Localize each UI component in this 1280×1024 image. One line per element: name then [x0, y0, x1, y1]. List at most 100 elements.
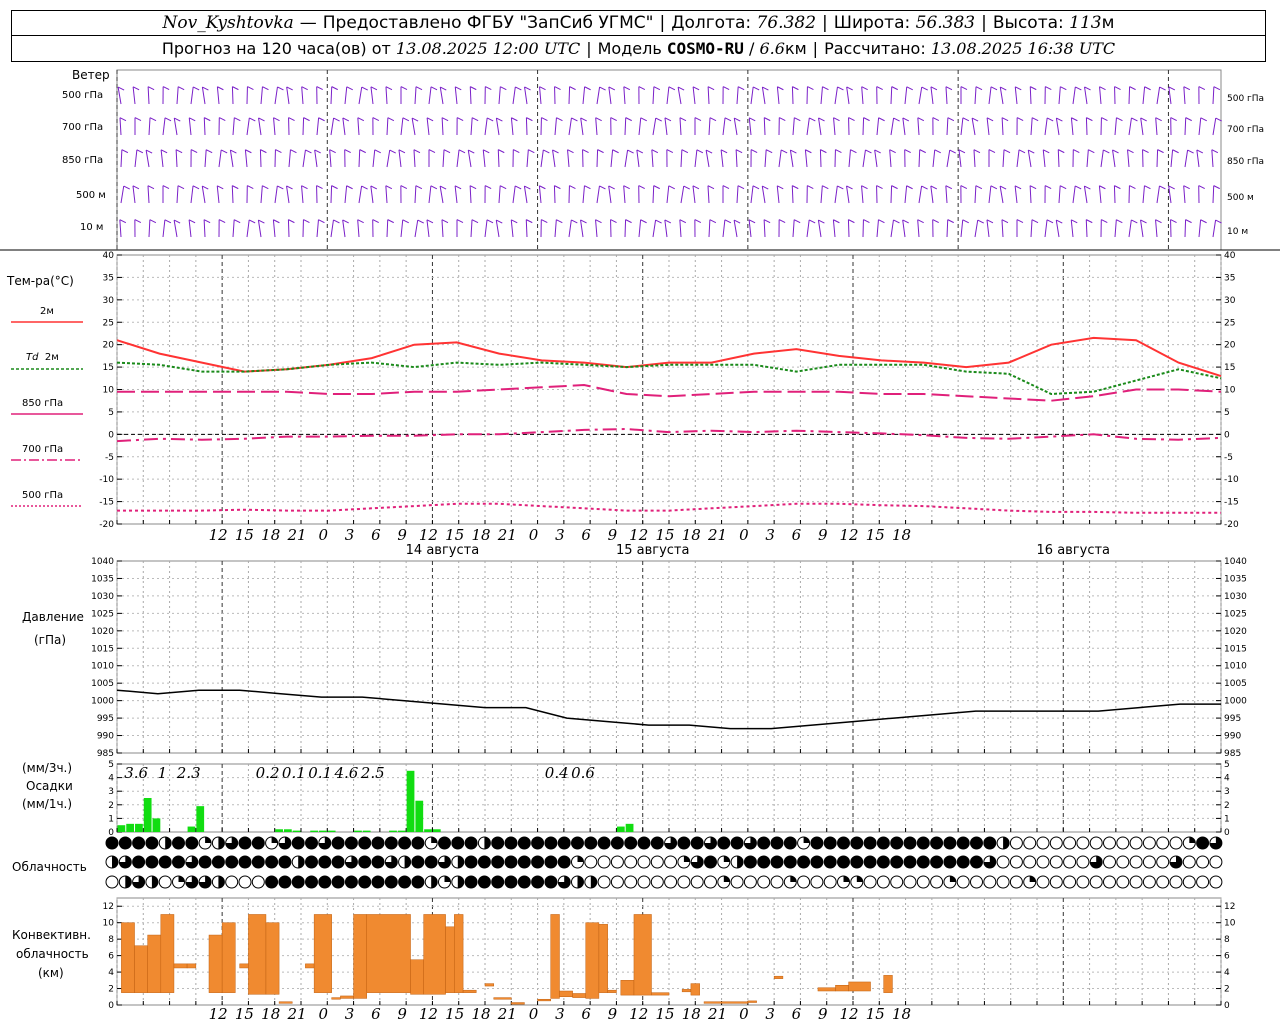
cloud-quarter	[577, 856, 584, 862]
wind-barb-staff	[120, 149, 123, 168]
wind-barb-feather	[962, 219, 969, 224]
wind-barb-feather	[977, 219, 984, 224]
cloud-symbol	[1009, 855, 1023, 869]
wind-barb-staff	[974, 219, 979, 238]
wind-barb	[750, 149, 758, 168]
cloud-half	[404, 856, 411, 868]
wind-barb	[1016, 117, 1024, 136]
wind-barb-feather	[777, 185, 784, 190]
wind-barb	[1168, 86, 1176, 105]
wind-barb	[874, 149, 881, 168]
wind-barb	[1100, 149, 1110, 168]
wind-barb	[733, 219, 741, 238]
cloud-circle	[358, 836, 372, 850]
wind-barb	[834, 185, 844, 204]
wind-barb	[902, 117, 910, 136]
wind-barb-staff	[595, 219, 598, 238]
wind-barb-feather	[1159, 185, 1166, 190]
cloud-symbol	[557, 855, 571, 869]
wind-barb-feather	[906, 185, 913, 190]
wind-barb-feather	[917, 219, 924, 224]
temp-x-tick-label: 6	[792, 526, 802, 544]
wind-barb-staff	[484, 219, 488, 238]
conv-bar	[484, 983, 495, 987]
wind-barb-feather	[679, 219, 687, 224]
wind-barb-staff	[1042, 149, 1046, 168]
cloud-symbol	[1142, 855, 1156, 869]
cloud-circle	[544, 855, 558, 869]
wind-barb-feather	[833, 219, 840, 224]
wind-barb	[707, 185, 715, 204]
wind-barb-staff	[1014, 86, 1018, 105]
wind-barb-feather	[1099, 86, 1106, 91]
cloud-half	[218, 837, 225, 849]
conv-ytick-label-right: 0	[1224, 1001, 1230, 1011]
cloud-circle	[172, 836, 185, 850]
wind-barb	[890, 219, 900, 238]
wind-barb-feather	[833, 117, 840, 122]
wind-barb-feather	[906, 86, 913, 91]
conv-bar	[313, 914, 332, 993]
wind-barb-feather	[930, 185, 938, 190]
wind-barb	[229, 149, 237, 168]
cloud-circle	[610, 855, 624, 869]
wind-barb	[664, 219, 672, 238]
conv-x-tick-label: 9	[397, 1005, 407, 1023]
wind-barb	[414, 185, 423, 204]
cloud-symbol	[783, 855, 797, 869]
precip-3h-total: 2.3	[176, 764, 201, 782]
wind-barb-feather	[230, 149, 237, 154]
cloud-circle	[863, 875, 877, 889]
conv-x-tick-label: 21	[497, 1005, 517, 1023]
conv-ytick-label-left: 12	[103, 902, 114, 912]
wind-barb-staff	[540, 149, 544, 168]
cloud-symbol	[531, 836, 545, 850]
wind-barb	[1112, 149, 1119, 168]
cloud-symbol	[1009, 875, 1023, 889]
wind-barb	[467, 149, 475, 168]
wind-barb-feather	[1159, 86, 1166, 91]
wind-barb	[439, 86, 447, 105]
conv-x-tick-label: 18	[261, 1005, 280, 1023]
wind-barb-feather	[314, 149, 321, 154]
temp-x-tick-label: 12	[629, 526, 648, 544]
wind-barb-feather	[696, 149, 704, 154]
wind-barb-staff	[778, 149, 782, 168]
wind-barb-feather	[748, 219, 756, 224]
wind-barb-feather	[1045, 86, 1052, 91]
cloud-symbol	[185, 836, 199, 850]
wind-barb	[902, 219, 909, 238]
wind-barb-feather	[891, 185, 898, 190]
wind-barb-staff	[902, 117, 906, 136]
wind-barb-feather	[1213, 86, 1221, 91]
wind-barb-feather	[443, 149, 451, 154]
wind-barb	[134, 117, 142, 135]
wind-barb	[301, 86, 308, 105]
cloud-circle	[1009, 836, 1023, 850]
wind-barb-feather	[526, 117, 533, 122]
wind-barb	[861, 86, 868, 105]
cloud-symbol	[624, 875, 638, 889]
wind-barb-staff	[1044, 219, 1048, 238]
cloud-circle	[650, 836, 664, 850]
cloud-quarter	[178, 876, 185, 882]
wind-barb-staff	[120, 185, 125, 204]
wind-barb	[666, 149, 674, 168]
wind-barb-feather	[486, 219, 494, 224]
cloud-circle	[371, 836, 385, 850]
cloud-symbol	[185, 875, 199, 889]
cloud-circle	[1076, 855, 1090, 869]
wind-barb-staff	[708, 219, 711, 238]
wind-barb-staff	[484, 117, 488, 136]
wind-barb-staff	[890, 117, 895, 136]
wind-barb	[484, 86, 492, 105]
cloud-symbol	[837, 855, 850, 869]
wind-barb-staff	[1027, 149, 1032, 168]
wind-barb-staff	[175, 149, 178, 168]
wind-barb-feather	[863, 117, 870, 122]
wind-barb-feather	[515, 86, 522, 91]
cloud-circle	[863, 855, 877, 869]
wind-barb	[554, 86, 561, 105]
wind-barb-staff	[1127, 149, 1130, 168]
cloud-symbol	[783, 836, 797, 850]
